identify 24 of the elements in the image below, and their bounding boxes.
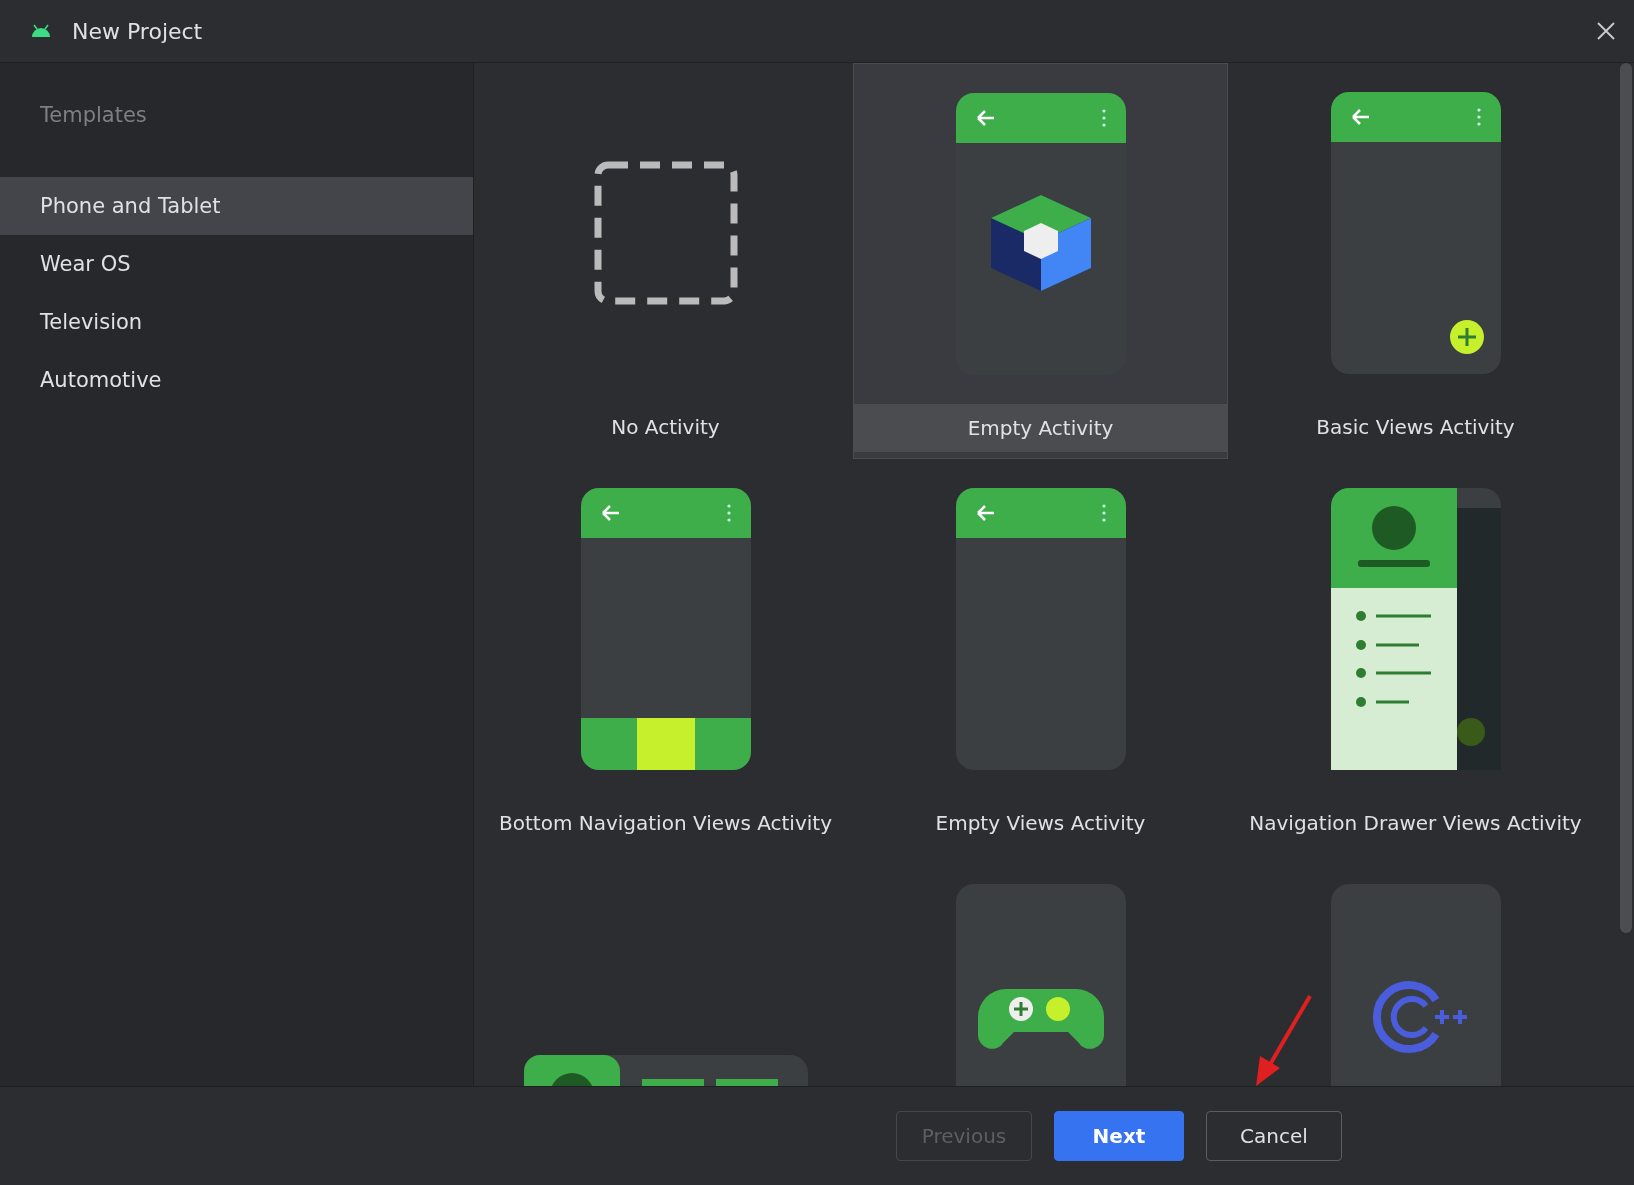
template-name: Bottom Navigation Views Activity [498, 810, 833, 837]
window-title: New Project [72, 18, 204, 44]
template-card[interactable]: Empty Activity [853, 63, 1228, 459]
scrollbar[interactable] [1620, 63, 1632, 933]
sidebar-item[interactable]: Phone and Tablet [0, 177, 473, 235]
sidebar-item[interactable]: Television [0, 293, 473, 351]
template-name: Empty Views Activity [934, 810, 1147, 837]
template-name: Empty Activity [854, 404, 1227, 452]
sidebar-item[interactable]: Wear OS [0, 235, 473, 293]
dialog-button[interactable]: Next [1054, 1111, 1184, 1161]
android-icon [30, 24, 52, 38]
template-card[interactable]: Empty Views Activity [853, 459, 1228, 855]
template-card[interactable]: Navigation Drawer Views Activity [1228, 459, 1603, 855]
sidebar-header: Templates [39, 103, 148, 127]
template-card[interactable]: Basic Views Activity [1228, 63, 1603, 459]
dialog-button[interactable]: Cancel [1206, 1111, 1342, 1161]
close-icon[interactable] [1596, 21, 1616, 41]
dashed-frame-icon [593, 161, 738, 305]
sidebar-item[interactable]: Automotive [0, 351, 473, 409]
template-name: Navigation Drawer Views Activity [1248, 810, 1583, 837]
template-name: Basic Views Activity [1315, 414, 1516, 441]
template-card[interactable]: Bottom Navigation Views Activity [478, 459, 853, 855]
template-card[interactable]: No Activity [478, 63, 853, 459]
template-name: No Activity [610, 414, 721, 441]
